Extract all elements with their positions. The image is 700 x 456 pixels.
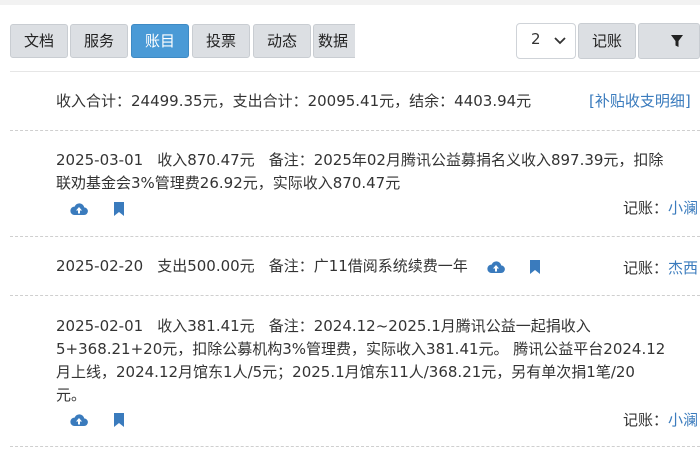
tab-votes[interactable]: 投票 bbox=[192, 24, 250, 58]
tab-accounts[interactable]: 账目 bbox=[131, 24, 189, 58]
entry-note: 备注：广11借阅系统续费一年 bbox=[268, 257, 468, 275]
entry-recorder: 记账：小澜 bbox=[623, 409, 698, 430]
toolbar: 文档 服务 账目 投票 动态 数据 2 记账 bbox=[0, 0, 700, 70]
recorder-name[interactable]: 小澜 bbox=[668, 199, 698, 217]
entry-note-cont: 5+368.21+20元，扣除公募机构3%管理费，实际收入381.41元。 腾讯… bbox=[56, 340, 666, 358]
entry-note: 备注：2024.12~2025.1月腾讯公益一起捐收入 bbox=[268, 317, 591, 335]
recorder-label: 记账： bbox=[622, 411, 668, 429]
cloud-upload-icon[interactable] bbox=[70, 202, 88, 216]
entry-date: 2025-03-01 bbox=[56, 151, 144, 169]
filter-icon bbox=[671, 35, 683, 47]
entry-amount: 收入381.41元 bbox=[157, 317, 255, 335]
bookmark-icon[interactable] bbox=[113, 412, 125, 427]
entry-actions bbox=[70, 198, 145, 216]
entry-note: 备注：2025年02月腾讯公益募捐名义收入897.39元，扣除 bbox=[268, 151, 664, 169]
entry-amount: 支出500.00元 bbox=[157, 257, 255, 275]
entry-recorder: 记账：杰西 bbox=[623, 257, 698, 278]
divider bbox=[10, 446, 700, 447]
recorder-name[interactable]: 杰西 bbox=[668, 259, 698, 277]
bookmark-icon[interactable] bbox=[529, 259, 541, 274]
divider bbox=[10, 130, 700, 131]
entry-note-cont: 联劝基金会3%管理费26.92元，实际收入870.47元 bbox=[56, 174, 401, 192]
entry-actions bbox=[477, 255, 562, 278]
filter-button[interactable] bbox=[638, 23, 700, 59]
tab-documents[interactable]: 文档 bbox=[10, 24, 68, 58]
ledger-entry: 2025-03-01 收入870.47元 备注：2025年02月腾讯公益募捐名义收入… bbox=[56, 149, 700, 195]
period-select[interactable]: 2 bbox=[516, 23, 576, 59]
tab-data[interactable]: 数据 bbox=[313, 24, 355, 58]
entry-recorder: 记账：小澜 bbox=[623, 197, 698, 218]
bookmark-icon[interactable] bbox=[113, 201, 125, 216]
cloud-upload-icon[interactable] bbox=[70, 413, 88, 427]
recorder-name[interactable]: 小澜 bbox=[668, 411, 698, 429]
record-button[interactable]: 记账 bbox=[578, 23, 636, 59]
tab-activity[interactable]: 动态 bbox=[253, 24, 311, 58]
totals-summary: 收入合计：24499.35元，支出合计：20095.41元，结余：4403.94… bbox=[56, 92, 532, 110]
recorder-label: 记账： bbox=[622, 199, 668, 217]
entry-note-cont: 元。 bbox=[56, 386, 87, 404]
entry-note-cont: 月上线，2024.12月馆东1人/5元；2025.1月馆东11人/368.21元… bbox=[56, 363, 635, 381]
recorder-label: 记账： bbox=[622, 259, 668, 277]
chevron-down-icon bbox=[554, 37, 566, 45]
entry-amount: 收入870.47元 bbox=[157, 151, 255, 169]
supplement-details-link[interactable]: [补贴收支明细] bbox=[589, 90, 691, 111]
entry-actions bbox=[70, 409, 145, 427]
ledger-entry: 2025-02-01 收入381.41元 备注：2024.12~2025.1月腾讯公… bbox=[56, 315, 700, 407]
tab-services[interactable]: 服务 bbox=[70, 24, 128, 58]
divider bbox=[10, 295, 700, 296]
entry-date: 2025-02-01 bbox=[56, 317, 144, 335]
ledger-entry: 2025-02-20 支出500.00元 备注：广11借阅系统续费一年 bbox=[56, 255, 561, 278]
cloud-upload-icon[interactable] bbox=[486, 260, 505, 274]
divider bbox=[10, 236, 700, 237]
divider bbox=[10, 71, 700, 72]
period-select-value: 2 bbox=[531, 30, 541, 48]
entry-date: 2025-02-20 bbox=[56, 257, 144, 275]
